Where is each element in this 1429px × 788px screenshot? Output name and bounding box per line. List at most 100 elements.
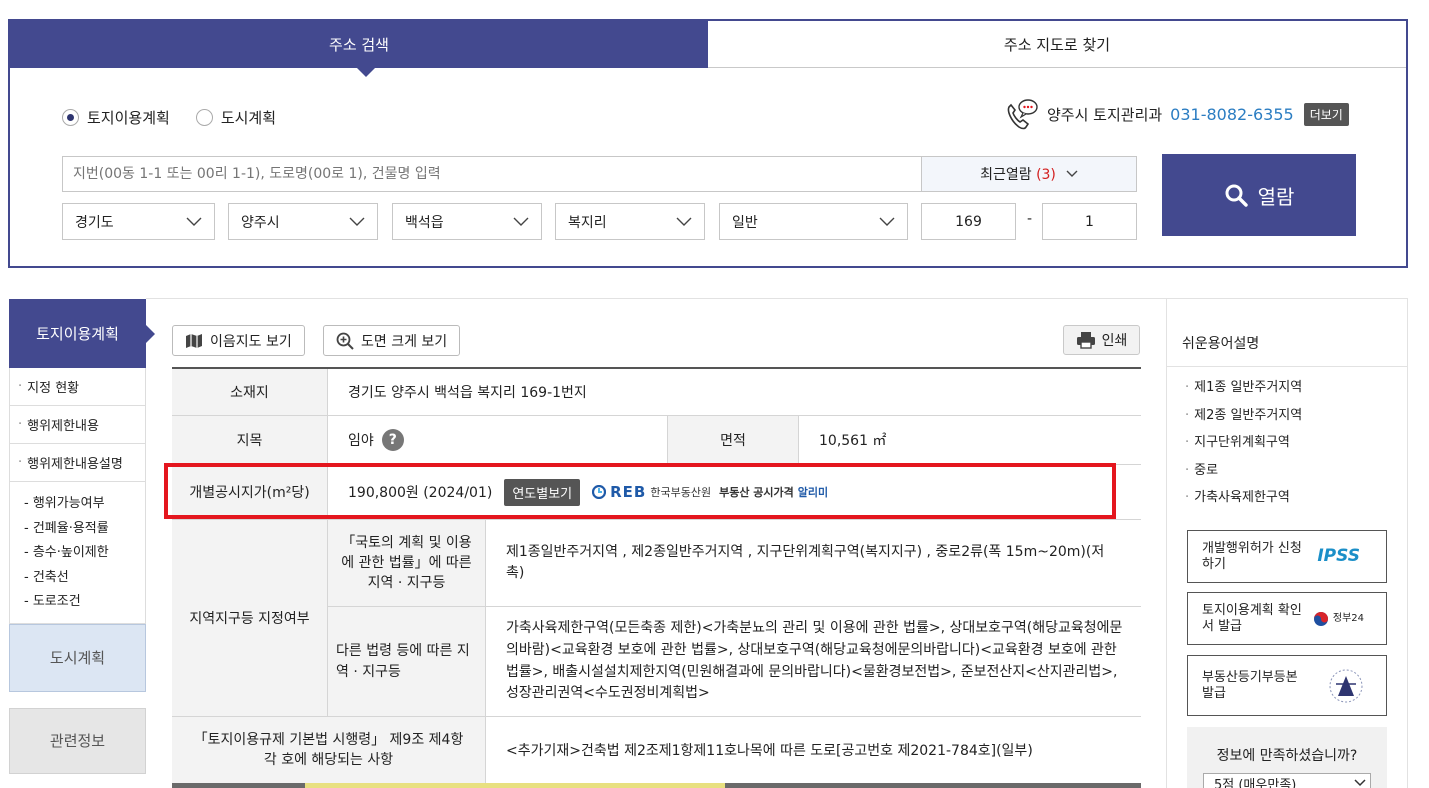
development-permit-link[interactable]: 개발행위허가 신청하기 IPSS <box>1187 530 1387 583</box>
glossary-item[interactable]: · 가축사육제한구역 <box>1185 486 1302 514</box>
reb-price-link[interactable]: REB 한국부동산원 부동산 공시가격 알리미 <box>592 483 828 501</box>
reb-logo-icon <box>592 485 607 499</box>
sub-lot-number-input[interactable]: 1 <box>1042 203 1137 240</box>
location-header: 소재지 <box>172 369 328 415</box>
table-row-land-price: 개별공시지가(m²당) 190,800원 (2024/01) 연도별보기 REB… <box>172 465 1141 520</box>
registry-copy-link[interactable]: 부동산등기부등본 발급 <box>1187 655 1387 716</box>
glossary-title: 쉬운용어설명 <box>1182 336 1260 352</box>
main-lot-number-input[interactable]: 169 <box>921 203 1016 240</box>
nav-sub-item[interactable]: - 층수·높이제한 <box>24 541 145 566</box>
contact-office: 양주시 토지관리과 <box>1047 105 1163 124</box>
nav-sub-item[interactable]: - 도로조건 <box>24 590 145 615</box>
bullet-icon: · <box>1185 490 1190 506</box>
taegeuk-icon <box>1313 611 1328 626</box>
zone-header: 지역지구등 지정여부 <box>172 520 328 716</box>
land-price-header: 개별공시지가(m²당) <box>172 465 328 519</box>
yearly-view-button[interactable]: 연도별보기 <box>504 478 581 506</box>
left-navigation: 토지이용계획 · 지정 현황 · 행위제한내용 · 행위제한내용설명 - 행위가능여부… <box>9 299 155 774</box>
village-select[interactable]: 복지리 <box>555 203 705 240</box>
ipss-logo: IPSS <box>1317 546 1360 567</box>
zoom-drawing-button[interactable]: 도면 크게 보기 <box>323 325 461 356</box>
zone-sub1-value: 제1종일반주거지역 , 제2종일반주거지역 , 지구단위계획구역(복지지구) ,… <box>506 544 1105 581</box>
nav-related-info[interactable]: 관련정보 <box>9 707 146 774</box>
radio-urban-plan[interactable]: 도시계획 <box>195 107 276 128</box>
glossary-label: 중로 <box>1194 462 1219 478</box>
print-button[interactable]: 인쇄 <box>1063 325 1140 355</box>
glossary-item[interactable]: · 제2종 일반주거지역 <box>1185 404 1302 432</box>
nav-item-label: 지정 현황 <box>27 381 80 396</box>
land-use-certificate-link[interactable]: 토지이용계획 확인서 발급 정부24 <box>1187 592 1387 645</box>
contact-phone[interactable]: 031-8082-6355 <box>1170 105 1294 124</box>
development-permit-label: 개발행위허가 신청하기 <box>1202 540 1302 572</box>
jimok-cell: 임야 ? <box>328 416 668 464</box>
nav-sub-item[interactable]: - 건축선 <box>24 566 145 591</box>
court-seal-icon <box>1329 669 1363 702</box>
nav-sub-item[interactable]: - 건폐율·용적률 <box>24 517 145 542</box>
land-type-select[interactable]: 일반 <box>719 203 908 240</box>
town-value: 백석읍 <box>405 214 444 231</box>
nav-item-restriction-details[interactable]: · 행위제한내용설명 <box>10 444 145 482</box>
open-map-label: 이음지도 보기 <box>210 333 292 350</box>
table-row-jimok: 지목 임야 ? 면적 10,561 ㎡ <box>172 416 1141 465</box>
bullet-icon: · <box>1185 407 1190 423</box>
zone-sub1-header: 「국토의 계획 및 이용에 관한 법률」에 따른 지역 · 지구등 <box>328 520 486 606</box>
survey-select[interactable]: 5점 (매우만족) <box>1203 773 1371 788</box>
chevron-down-icon <box>1354 779 1366 787</box>
area-header: 면적 <box>668 416 799 464</box>
glossary-item[interactable]: · 제1종 일반주거지역 <box>1185 376 1302 404</box>
zone-sub2-value: 가축사육제한구역(모든축종 제한)<가축분뇨의 관리 및 이용에 관한 법률>,… <box>506 620 1123 702</box>
land-type-value: 일반 <box>732 214 758 231</box>
glossary-label: 제2종 일반주거지역 <box>1194 407 1303 423</box>
glossary-item[interactable]: · 중로 <box>1185 459 1302 487</box>
nav-item-designation-status[interactable]: · 지정 현황 <box>10 368 145 406</box>
land-price-value: 190,800원 (2024/01) <box>348 485 493 501</box>
open-map-button[interactable]: 이음지도 보기 <box>172 325 305 356</box>
divider <box>1167 366 1407 367</box>
bullet-icon: · <box>18 379 23 394</box>
city-select[interactable]: 양주시 <box>228 203 378 240</box>
recent-views-dropdown[interactable]: 최근열람 (3) <box>921 156 1137 192</box>
plan-type-radios: 토지이용계획 도시계획 <box>62 107 276 128</box>
nav-urban-plan[interactable]: 도시계획 <box>9 623 146 692</box>
address-search-input[interactable] <box>62 156 923 192</box>
tab-address-search[interactable]: 주소 검색 <box>10 21 708 77</box>
print-label: 인쇄 <box>1101 333 1128 349</box>
table-row-decree: 「토지이용규제 기본법 시행령」 제9조 제4항 각 호에 해당되는 사항 <추… <box>172 717 1141 784</box>
reb-logo-text: REB <box>610 483 647 501</box>
zone-row-other: 다른 법령 등에 따른 지역 · 지구등 가축사육제한구역(모든축종 제한)<가… <box>328 607 1141 716</box>
bullet-icon: · <box>1185 380 1190 395</box>
bullet-icon: · <box>1185 435 1190 451</box>
nav-sub-item[interactable]: - 행위가능여부 <box>24 492 145 517</box>
survey-question: 정보에 만족하셨습니까? <box>1216 748 1358 764</box>
help-icon[interactable]: ? <box>381 429 404 451</box>
town-select[interactable]: 백석읍 <box>392 203 542 240</box>
more-button[interactable]: 더보기 <box>1303 102 1349 126</box>
gov24-label: 정부24 <box>1332 612 1364 624</box>
map-icon <box>186 333 202 348</box>
glossary-item[interactable]: · 지구단위계획구역 <box>1185 431 1302 459</box>
view-button[interactable]: 열람 <box>1162 154 1356 236</box>
right-sidebar: 쉬운용어설명 · 제1종 일반주거지역 · 제2종 일반주거지역 · 지구단위계획구역… <box>1166 298 1408 788</box>
address-selects: 경기도 양주시 백석읍 복지리 일반 <box>62 203 908 240</box>
satisfaction-survey: 정보에 만족하셨습니까? 5점 (매우만족) <box>1187 727 1387 788</box>
radio-land-use-plan[interactable]: 토지이용계획 <box>62 107 170 128</box>
map-parcel-area <box>305 783 725 788</box>
nav-land-use-plan[interactable]: 토지이용계획 <box>9 299 155 368</box>
address-search-panel: 주소 검색 주소 지도로 찾기 토지이용계획 도시계획 양주시 토지관리과 03… <box>8 19 1408 268</box>
tab-map-search[interactable]: 주소 지도로 찾기 <box>708 21 1406 68</box>
reb-app: 알리미 <box>797 486 829 499</box>
glossary-label: 지구단위계획구역 <box>1194 435 1290 451</box>
province-select[interactable]: 경기도 <box>62 203 215 240</box>
nav-item-restrictions[interactable]: · 행위제한내용 <box>10 406 145 444</box>
reb-name: 한국부동산원 <box>650 486 712 499</box>
registry-copy-label: 부동산등기부등본 발급 <box>1202 669 1298 701</box>
nav-list: · 지정 현황 · 행위제한내용 · 행위제한내용설명 - 행위가능여부 - 건폐율·… <box>9 368 146 624</box>
table-row-zones: 지역지구등 지정여부 「국토의 계획 및 이용에 관한 법률」에 따른 지역 ·… <box>172 520 1141 717</box>
location-value: 경기도 양주시 백석읍 복지리 169-1번지 <box>348 385 587 401</box>
zone-row-national: 「국토의 계획 및 이용에 관한 법률」에 따른 지역 · 지구등 제1종일반주… <box>328 520 1141 607</box>
radio-label: 토지이용계획 <box>87 109 170 127</box>
reb-service: 부동산 공시가격 <box>719 486 794 499</box>
view-button-label: 열람 <box>1257 184 1295 209</box>
nav-item-label: 행위제한내용 <box>27 419 99 434</box>
recent-label: 최근열람 (3) <box>980 167 1056 183</box>
